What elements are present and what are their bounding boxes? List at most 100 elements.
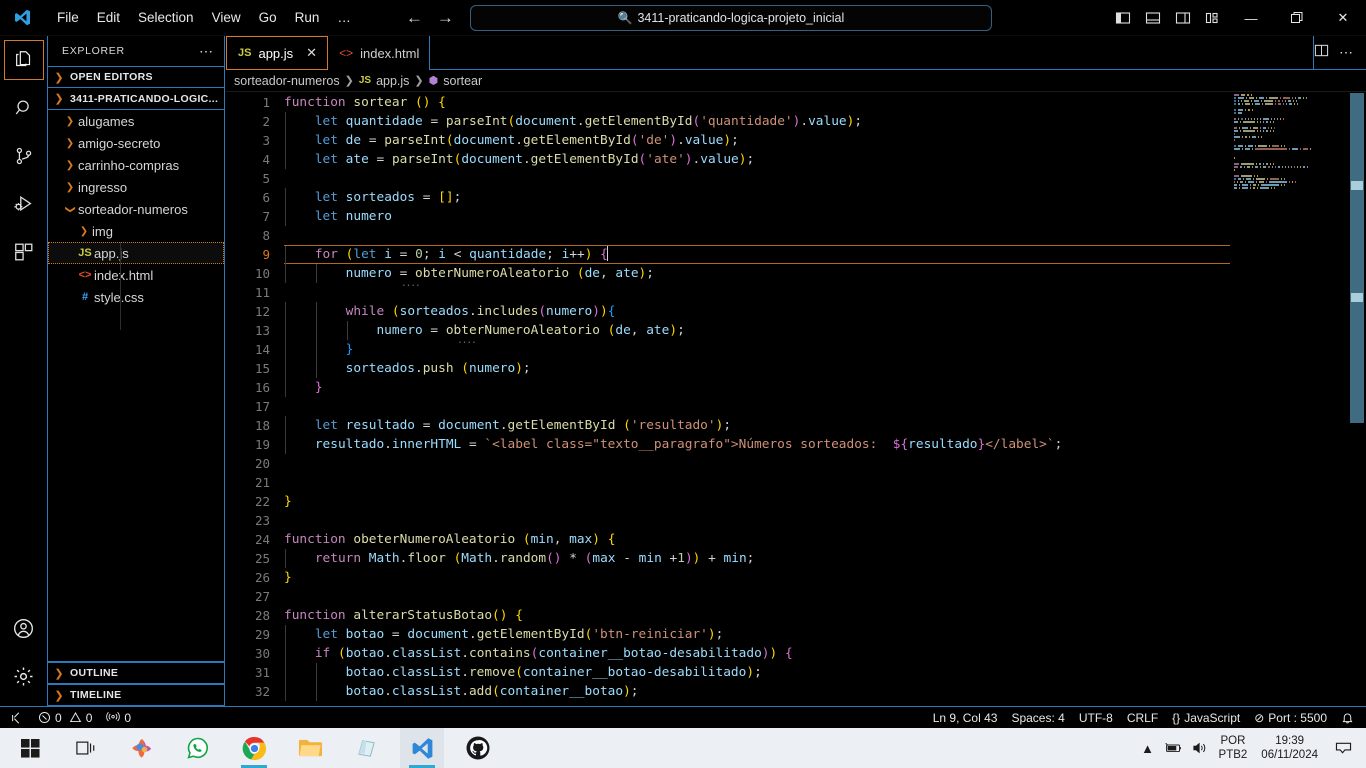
- code-line[interactable]: }: [284, 378, 1294, 397]
- section-open-editors[interactable]: ❯ OPEN EDITORS: [48, 66, 224, 88]
- volume-icon[interactable]: [1187, 728, 1213, 768]
- toggle-primary-sidebar-icon[interactable]: [1108, 0, 1138, 36]
- code-line[interactable]: sorteados.push (numero);: [284, 359, 1294, 378]
- language-indicator[interactable]: POR PTB2: [1213, 734, 1254, 762]
- vscode-button[interactable]: [400, 728, 444, 768]
- activity-source-control[interactable]: [0, 132, 48, 180]
- section-outline[interactable]: ❯ OUTLINE: [48, 662, 224, 684]
- code-editor[interactable]: 1 2 3 4 5 6 7 8 9 10 11 12 13 14 15 16 17 18 19 20 21 22 23 24 2…: [226, 93, 1366, 706]
- github-desktop-button[interactable]: [456, 728, 500, 768]
- code-line[interactable]: [284, 454, 1294, 473]
- code-line[interactable]: [284, 283, 1294, 302]
- ports-status[interactable]: 0: [99, 707, 138, 729]
- line-col-status[interactable]: Ln 9, Col 43: [926, 707, 1005, 729]
- ellipsis-icon[interactable]: ⋯: [199, 43, 214, 60]
- window-maximize-button[interactable]: [1274, 0, 1320, 36]
- menu-selection[interactable]: Selection: [129, 6, 203, 29]
- code-line[interactable]: let numero: [284, 207, 1294, 226]
- close-icon[interactable]: ✕: [306, 45, 317, 61]
- code-line[interactable]: numero = obterNumeroAleatorio (de, ate);…: [284, 264, 1294, 289]
- activity-explorer[interactable]: [0, 36, 48, 84]
- start-button[interactable]: [8, 728, 52, 768]
- code-line[interactable]: return Math.floor (Math.random() * (max …: [284, 549, 1294, 568]
- arrow-right-icon[interactable]: →: [437, 9, 454, 26]
- tree-item-sorteador-numeros[interactable]: ❯ sorteador-numeros: [48, 198, 224, 220]
- tab-app-js[interactable]: JS app.js ✕: [226, 36, 329, 70]
- code-line[interactable]: [284, 587, 1294, 606]
- window-minimize-button[interactable]: —: [1228, 0, 1274, 36]
- menu-run[interactable]: Run: [286, 6, 329, 29]
- split-editor-icon[interactable]: [1314, 43, 1329, 63]
- eol-status[interactable]: CRLF: [1120, 707, 1165, 729]
- tree-item-index-html[interactable]: <> index.html: [48, 264, 224, 286]
- code-content[interactable]: function sortear () { let quantidade = p…: [284, 93, 1294, 706]
- code-line[interactable]: if (botao.classList.contains(container__…: [284, 644, 1294, 663]
- code-line[interactable]: let botao = document.getElementById('btn…: [284, 625, 1294, 644]
- indentation-status[interactable]: Spaces: 4: [1004, 707, 1071, 729]
- menu-edit[interactable]: Edit: [88, 6, 129, 29]
- minimap[interactable]: [1230, 93, 1340, 706]
- code-line[interactable]: [284, 511, 1294, 530]
- code-line[interactable]: }: [284, 340, 1294, 359]
- task-view-button[interactable]: [64, 728, 108, 768]
- chrome-button[interactable]: [232, 728, 276, 768]
- toggle-secondary-sidebar-icon[interactable]: [1168, 0, 1198, 36]
- code-line[interactable]: let de = parseInt(document.getElementByI…: [284, 131, 1294, 150]
- activity-run-debug[interactable]: [0, 180, 48, 228]
- window-close-button[interactable]: ✕: [1320, 0, 1366, 36]
- notification-center-button[interactable]: [1326, 728, 1360, 768]
- overview-ruler[interactable]: [1340, 93, 1366, 706]
- activity-extensions[interactable]: [0, 228, 48, 276]
- code-line[interactable]: [284, 169, 1294, 188]
- code-line[interactable]: }: [284, 492, 1294, 511]
- code-line[interactable]: let sorteados = [];: [284, 188, 1294, 207]
- code-line[interactable]: let ate = parseInt(document.getElementBy…: [284, 150, 1294, 169]
- menu-file[interactable]: File: [48, 6, 88, 29]
- battery-icon[interactable]: [1161, 728, 1187, 768]
- breadcrumb-file[interactable]: app.js: [376, 74, 409, 88]
- code-line[interactable]: [284, 226, 1294, 245]
- breadcrumb-symbol[interactable]: sortear: [443, 74, 482, 88]
- tab-index-html[interactable]: <> index.html: [328, 36, 431, 70]
- code-line[interactable]: function obeterNumeroAleatorio (min, max…: [284, 530, 1294, 549]
- tree-item-style-css[interactable]: # style.css: [48, 286, 224, 308]
- chevron-up-icon[interactable]: ▲: [1135, 728, 1161, 768]
- language-mode-status[interactable]: {} JavaScript: [1165, 707, 1247, 729]
- activity-search[interactable]: [0, 84, 48, 132]
- code-line[interactable]: numero = obterNumeroAleatorio (de, ate);…: [284, 321, 1294, 346]
- code-line[interactable]: let resultado = document.getElementById …: [284, 416, 1294, 435]
- activity-settings[interactable]: [0, 652, 48, 700]
- code-line[interactable]: let quantidade = parseInt(document.getEl…: [284, 112, 1294, 131]
- live-server-port-status[interactable]: ⊘ Port : 5500: [1247, 707, 1334, 729]
- code-line[interactable]: botao.classList.add(container__botao);: [284, 682, 1294, 701]
- notifications-status[interactable]: [1334, 707, 1366, 729]
- code-line[interactable]: while (sorteados.includes(numero)){: [284, 302, 1294, 321]
- more-actions-icon[interactable]: ⋯: [1339, 44, 1354, 61]
- code-line[interactable]: resultado.innerHTML = `<label class="tex…: [284, 435, 1294, 454]
- tree-item-alugames[interactable]: ❯ alugames: [48, 110, 224, 132]
- tree-item-app-js[interactable]: JS app.js: [48, 242, 224, 264]
- tree-item-ingresso[interactable]: ❯ ingresso: [48, 176, 224, 198]
- menu-go[interactable]: Go: [250, 6, 286, 29]
- code-line[interactable]: }: [284, 568, 1294, 587]
- clock[interactable]: 19:39 06/11/2024: [1253, 734, 1326, 762]
- tree-item-img[interactable]: ❯ img: [48, 220, 224, 242]
- tree-item-carrinho-compras[interactable]: ❯ carrinho-compras: [48, 154, 224, 176]
- copilot-button[interactable]: [120, 728, 164, 768]
- code-line[interactable]: botao.classList.remove(container__botao-…: [284, 663, 1294, 682]
- file-explorer-button[interactable]: [288, 728, 332, 768]
- toggle-panel-icon[interactable]: [1138, 0, 1168, 36]
- arrow-left-icon[interactable]: ←: [406, 9, 423, 26]
- code-line[interactable]: [284, 397, 1294, 416]
- whatsapp-button[interactable]: [176, 728, 220, 768]
- tree-item-amigo-secreto[interactable]: ❯ amigo-secreto: [48, 132, 224, 154]
- code-line[interactable]: function sortear () {: [284, 93, 1294, 112]
- section-timeline[interactable]: ❯ TIMELINE: [48, 684, 224, 706]
- breadcrumb-folder[interactable]: sorteador-numeros: [234, 74, 340, 88]
- activity-accounts[interactable]: [0, 604, 48, 652]
- encoding-status[interactable]: UTF-8: [1072, 707, 1120, 729]
- scrollbar-thumb[interactable]: [1350, 93, 1364, 423]
- code-line[interactable]: for (let i = 0; i < quantidade; i++) {: [284, 245, 1230, 265]
- customize-layout-icon[interactable]: [1198, 0, 1228, 36]
- code-line[interactable]: [284, 473, 1294, 492]
